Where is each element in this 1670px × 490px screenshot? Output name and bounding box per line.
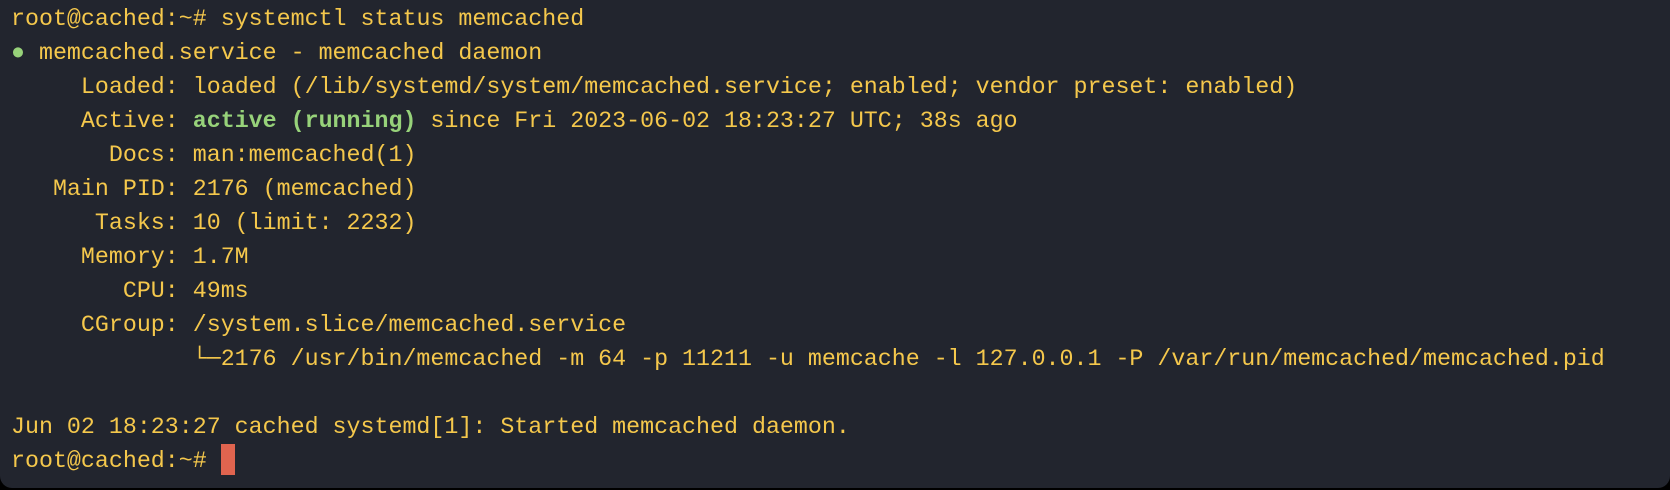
service-name: memcached.service - memcached daemon (24, 40, 543, 66)
prompt: root@cached:~# (11, 6, 221, 32)
loaded-label: Loaded: (11, 74, 193, 100)
active-label: Active: (11, 108, 193, 134)
cpu-line: CPU: 49ms (11, 278, 249, 304)
final-prompt-line[interactable]: root@cached:~# (11, 444, 1670, 478)
docs-line: Docs: man:memcached(1) (11, 142, 417, 168)
cgroup-process-line: └─2176 /usr/bin/memcached -m 64 -p 11211… (11, 346, 1605, 372)
loaded-value: loaded (/lib/systemd/system/memcached.se… (192, 74, 1298, 100)
command-line: root@cached:~# systemctl status memcache… (11, 2, 1670, 36)
memory-line: Memory: 1.7M (11, 244, 249, 270)
service-line: ● memcached.service - memcached daemon (11, 36, 1670, 70)
main-pid-line: Main PID: 2176 (memcached) (11, 176, 417, 202)
active-since: since Fri 2023-06-02 18:23:27 UTC; 38s a… (416, 108, 1018, 134)
prompt: root@cached:~# (11, 448, 221, 474)
active-line: Active: active (running) since Fri 2023-… (11, 104, 1670, 138)
cursor (220, 444, 235, 475)
command: systemctl status memcached (220, 6, 585, 32)
terminal-window[interactable]: root@cached:~# systemctl status memcache… (0, 0, 1670, 488)
cgroup-line: CGroup: /system.slice/memcached.service (11, 312, 627, 338)
log-line: Jun 02 18:23:27 cached systemd[1]: Start… (11, 414, 850, 440)
status-dot-icon: ● (11, 40, 25, 66)
tasks-line: Tasks: 10 (limit: 2232) (11, 210, 417, 236)
active-state: active (running) (192, 108, 417, 134)
loaded-line: Loaded: loaded (/lib/systemd/system/memc… (11, 70, 1670, 104)
